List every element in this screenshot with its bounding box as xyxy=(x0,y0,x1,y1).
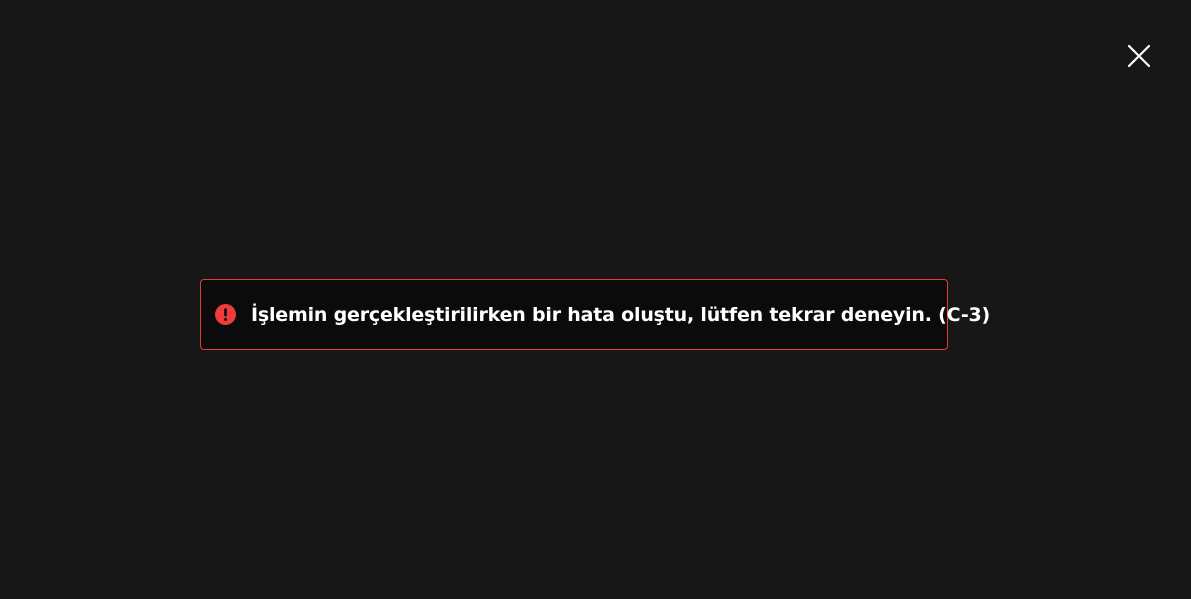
close-icon xyxy=(1127,44,1151,68)
exclamation-circle-icon xyxy=(215,304,236,325)
close-button[interactable] xyxy=(1121,38,1157,74)
error-alert: İşlemin gerçekleştirilirken bir hata olu… xyxy=(200,279,990,350)
error-message: İşlemin gerçekleştirilirken bir hata olu… xyxy=(251,303,991,326)
error-screen: İşlemin gerçekleştirilirken bir hata olu… xyxy=(0,0,1191,599)
